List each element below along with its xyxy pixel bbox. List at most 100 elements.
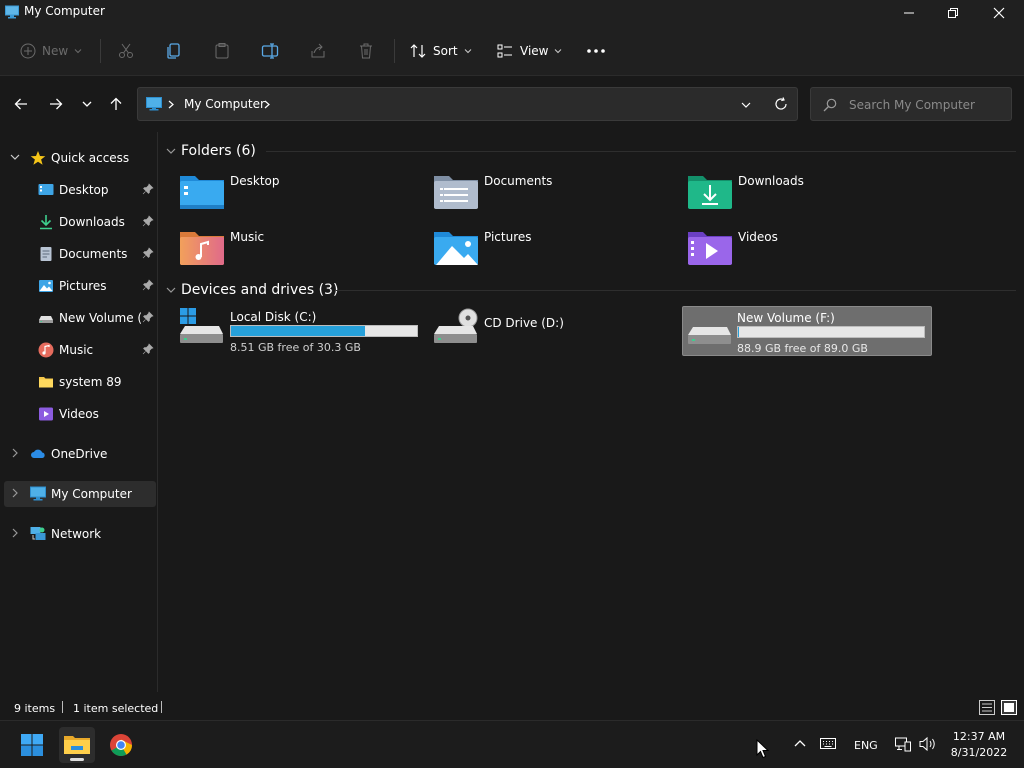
delete-button[interactable] <box>357 38 375 64</box>
breadcrumb[interactable]: My Computer <box>184 97 265 111</box>
search-box[interactable] <box>810 87 1012 121</box>
folder-tile-videos[interactable]: Videos <box>684 224 934 274</box>
close-button[interactable] <box>976 0 1022 26</box>
sidebar-item-label: Downloads <box>59 215 125 229</box>
sidebar-item-documents[interactable]: Documents <box>4 241 156 267</box>
chevron-right-icon[interactable] <box>10 528 20 538</box>
network-status-button[interactable] <box>894 735 912 753</box>
clipboard-icon <box>215 43 229 59</box>
chevron-down-icon[interactable] <box>10 152 20 162</box>
chevron-down-icon <box>74 49 82 54</box>
sidebar-item-label: New Volume (F <box>59 311 141 325</box>
chevron-right-icon[interactable] <box>10 488 20 498</box>
input-language[interactable]: ENG <box>854 739 878 752</box>
minimize-button[interactable] <box>886 0 932 26</box>
drive-tile-f[interactable]: New Volume (F:) 88.9 GB free of 89.0 GB <box>682 306 932 356</box>
group-title: Devices and drives (3) <box>181 282 339 298</box>
cut-button[interactable] <box>117 38 135 64</box>
touch-keyboard-button[interactable] <box>819 735 837 751</box>
sidebar-item-quick-access[interactable]: Quick access <box>4 145 156 171</box>
computer-icon <box>30 486 46 501</box>
folder-tile-downloads[interactable]: Downloads <box>684 168 934 218</box>
network-wired-icon <box>895 737 911 752</box>
more-options-button[interactable] <box>586 38 606 64</box>
sidebar-item-pictures[interactable]: Pictures <box>4 273 156 299</box>
chevron-right-icon[interactable] <box>264 100 270 109</box>
sidebar-item-videos[interactable]: Videos <box>4 401 156 427</box>
rename-button[interactable] <box>261 38 279 64</box>
refresh-icon[interactable] <box>774 97 788 111</box>
sidebar-item-new-volume[interactable]: New Volume (F <box>4 305 156 331</box>
mouse-cursor-icon <box>756 739 770 759</box>
drives-group-header[interactable]: Devices and drives (3) <box>166 279 338 301</box>
show-hidden-icons-button[interactable] <box>792 735 808 751</box>
drive-name: CD Drive (D:) <box>484 316 564 330</box>
paste-button[interactable] <box>213 38 231 64</box>
search-icon <box>823 98 837 112</box>
share-button[interactable] <box>309 38 327 64</box>
start-button[interactable] <box>14 727 50 763</box>
folder-name: Pictures <box>484 230 532 244</box>
download-icon <box>40 215 52 230</box>
pin-icon <box>142 215 154 227</box>
file-explorer-icon <box>64 736 90 754</box>
sidebar-item-downloads[interactable]: Downloads <box>4 209 156 235</box>
taskbar-file-explorer[interactable] <box>59 727 95 763</box>
folder-tile-music[interactable]: Music <box>176 224 426 274</box>
desktop-folder-icon <box>180 176 224 209</box>
chevron-down-icon <box>166 287 176 293</box>
documents-folder-icon <box>434 176 478 209</box>
pin-icon <box>142 247 154 259</box>
sidebar-item-label: Quick access <box>51 151 130 165</box>
view-label: View <box>520 44 549 58</box>
maximize-button[interactable] <box>930 0 976 26</box>
up-button[interactable] <box>105 93 127 115</box>
tiles-view-icon[interactable] <box>1001 700 1017 715</box>
windows-drive-icon <box>180 308 223 343</box>
system-clock[interactable]: 12:37 AM 8/31/2022 <box>944 729 1014 761</box>
chevron-down-icon <box>82 101 92 107</box>
windows-logo-icon <box>21 734 43 756</box>
drive-tile-d[interactable]: CD Drive (D:) <box>430 306 680 356</box>
chevron-down-icon[interactable] <box>741 101 751 109</box>
address-bar[interactable]: My Computer <box>137 87 798 121</box>
group-divider <box>266 151 1016 152</box>
arrow-left-icon <box>14 98 27 110</box>
new-button[interactable]: New <box>20 38 82 64</box>
copy-button[interactable] <box>165 38 183 64</box>
chevron-right-icon[interactable] <box>10 448 20 458</box>
drive-usage-fill <box>231 326 365 336</box>
status-separator <box>62 701 63 713</box>
sidebar-item-my-computer[interactable]: My Computer <box>4 481 156 507</box>
drive-icon <box>688 327 731 344</box>
window-title: My Computer <box>24 4 105 18</box>
details-view-icon[interactable] <box>979 700 995 715</box>
arrow-up-icon <box>110 97 122 110</box>
sidebar-item-desktop[interactable]: Desktop <box>4 177 156 203</box>
volume-button[interactable] <box>919 735 937 753</box>
recent-locations-button[interactable] <box>76 93 98 115</box>
folders-group-header[interactable]: Folders (6) <box>166 140 256 162</box>
sidebar-item-system-89[interactable]: system 89 <box>4 369 156 395</box>
sidebar-item-onedrive[interactable]: OneDrive <box>4 441 156 467</box>
pin-icon <box>142 343 154 355</box>
drive-icon <box>39 316 53 323</box>
chevron-up-icon <box>794 740 806 747</box>
chevron-down-icon <box>464 49 471 54</box>
music-icon <box>38 342 54 358</box>
taskbar-chrome[interactable] <box>103 727 139 763</box>
sidebar-item-network[interactable]: Network <box>4 521 156 547</box>
folder-tile-documents[interactable]: Documents <box>430 168 680 218</box>
search-input[interactable] <box>849 96 1009 114</box>
drive-tile-c[interactable]: Local Disk (C:) 8.51 GB free of 30.3 GB <box>176 306 426 356</box>
content-pane: Folders (6) Desktop Documents Downloads … <box>158 132 1024 692</box>
chrome-icon <box>110 734 132 756</box>
trash-icon <box>360 43 372 59</box>
sort-button[interactable]: Sort <box>409 38 472 64</box>
view-button[interactable]: View <box>496 38 562 64</box>
folder-tile-pictures[interactable]: Pictures <box>430 224 680 274</box>
forward-button[interactable] <box>45 93 67 115</box>
sidebar-item-music[interactable]: Music <box>4 337 156 363</box>
folder-tile-desktop[interactable]: Desktop <box>176 168 426 218</box>
back-button[interactable] <box>10 93 32 115</box>
